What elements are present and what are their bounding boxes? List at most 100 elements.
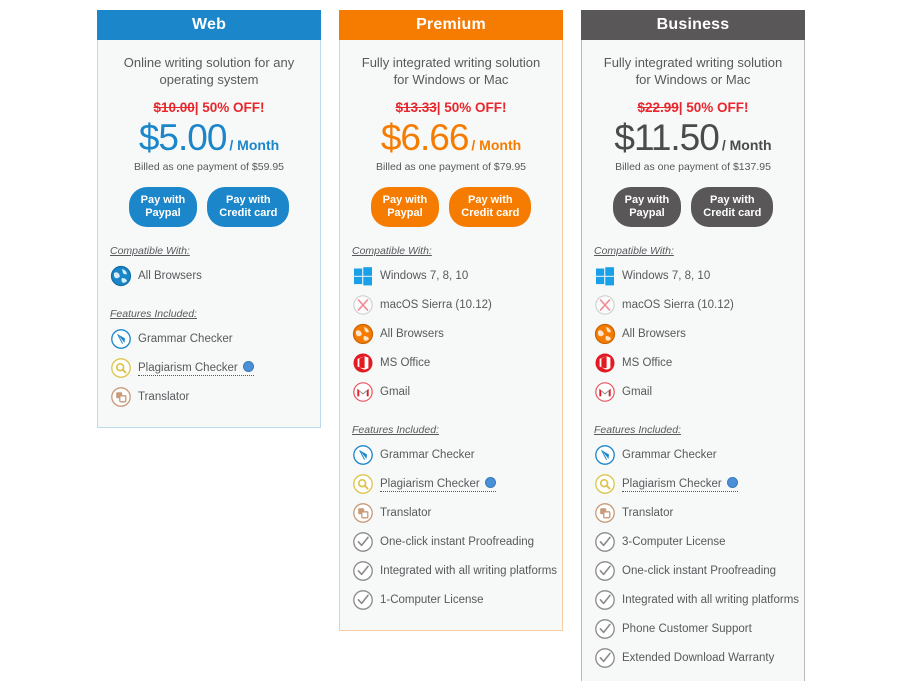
feature-item-label: Translator xyxy=(380,507,431,519)
pay-with-paypal-button[interactable]: Pay with Paypal xyxy=(129,187,198,227)
feature-item: Integrated with all writing platforms xyxy=(352,556,552,585)
pricing-card-web: Web Online writing solution for any opera… xyxy=(97,10,321,428)
pay-with-credit-card-button[interactable]: Pay with Credit card xyxy=(449,187,531,227)
compatible-list: Windows 7, 8, 10macOS Sierra (10.12)All … xyxy=(350,261,552,406)
original-price: $22.99 xyxy=(637,100,678,115)
feature-item-label: One-click instant Proofreading xyxy=(380,536,534,548)
pricing-card-business: Business Fully integrated writing solutio… xyxy=(581,10,805,681)
compatible-item: macOS Sierra (10.12) xyxy=(352,290,552,319)
compatible-item: All Browsers xyxy=(110,261,310,290)
feature-item-label: Extended Download Warranty xyxy=(622,652,774,664)
billing-note: Billed as one payment of $59.95 xyxy=(108,161,310,173)
discount-row: $22.99| 50% OFF! xyxy=(592,100,794,115)
check-icon xyxy=(352,589,374,611)
plan-title-web: Web xyxy=(97,10,321,40)
pay-with-paypal-button[interactable]: Pay with Paypal xyxy=(613,187,682,227)
feature-item: Translator xyxy=(594,498,794,527)
feature-item-label: Translator xyxy=(622,507,673,519)
info-icon[interactable] xyxy=(727,477,738,488)
feature-item: Grammar Checker xyxy=(110,324,310,353)
macos-icon xyxy=(352,294,374,316)
compatible-item-label: MS Office xyxy=(622,357,672,369)
compatible-item: macOS Sierra (10.12) xyxy=(594,290,794,319)
feature-item: Grammar Checker xyxy=(594,440,794,469)
plagiarism-checker-icon xyxy=(352,473,374,495)
feature-item: One-click instant Proofreading xyxy=(352,527,552,556)
feature-item-label: Plagiarism Checker xyxy=(622,476,738,492)
compatible-with-label: Compatible With: xyxy=(594,245,794,257)
gmail-icon xyxy=(352,381,374,403)
feature-item: Translator xyxy=(110,382,310,411)
payment-buttons: Pay with PaypalPay with Credit card xyxy=(108,187,310,227)
grammar-checker-icon xyxy=(352,444,374,466)
check-icon xyxy=(594,531,616,553)
translator-icon xyxy=(352,502,374,524)
feature-item-label: Integrated with all writing platforms xyxy=(380,565,557,577)
compatible-item-label: Windows 7, 8, 10 xyxy=(622,270,710,282)
feature-item-label: 1-Computer License xyxy=(380,594,484,606)
price-amount: $11.50 xyxy=(614,117,718,158)
plagiarism-checker-icon xyxy=(110,357,132,379)
all-browsers-icon-orange xyxy=(352,323,374,345)
feature-item-label: Grammar Checker xyxy=(622,449,717,461)
plan-title-premium: Premium xyxy=(339,10,563,40)
plan-tagline: Fully integrated writing solution for Wi… xyxy=(350,52,552,88)
compatible-with-label: Compatible With: xyxy=(352,245,552,257)
feature-item-label: Grammar Checker xyxy=(380,449,475,461)
macos-icon xyxy=(594,294,616,316)
all-browsers-icon xyxy=(110,265,132,287)
price-separator: | xyxy=(679,100,683,115)
feature-item: One-click instant Proofreading xyxy=(594,556,794,585)
check-icon xyxy=(352,560,374,582)
feature-item-label: Plagiarism Checker xyxy=(138,360,254,376)
plan-title-business: Business xyxy=(581,10,805,40)
plan-tagline: Fully integrated writing solution for Wi… xyxy=(592,52,794,88)
feature-item: Plagiarism Checker xyxy=(352,469,552,498)
check-icon xyxy=(594,589,616,611)
price-period: / Month xyxy=(229,137,279,153)
feature-item: 3-Computer License xyxy=(594,527,794,556)
price-row: $5.00/ Month xyxy=(108,117,310,159)
info-icon[interactable] xyxy=(485,477,496,488)
compatible-item: All Browsers xyxy=(594,319,794,348)
windows-icon xyxy=(594,265,616,287)
payment-buttons: Pay with PaypalPay with Credit card xyxy=(592,187,794,227)
all-browsers-icon-orange xyxy=(594,323,616,345)
pay-with-paypal-button[interactable]: Pay with Paypal xyxy=(371,187,440,227)
price-amount: $5.00 xyxy=(139,117,227,158)
discount-label: 50% OFF! xyxy=(444,100,506,115)
ms-office-icon xyxy=(352,352,374,374)
original-price: $13.33 xyxy=(395,100,436,115)
pay-with-credit-card-button[interactable]: Pay with Credit card xyxy=(207,187,289,227)
compatible-item: Gmail xyxy=(352,377,552,406)
feature-item: Integrated with all writing platforms xyxy=(594,585,794,614)
discount-label: 50% OFF! xyxy=(686,100,748,115)
feature-item: Plagiarism Checker xyxy=(594,469,794,498)
features-list: Grammar Checker Plagiarism Checker Transla… xyxy=(108,324,310,411)
compatible-item-label: Gmail xyxy=(380,386,410,398)
feature-item-label: Phone Customer Support xyxy=(622,623,752,635)
compatible-item: Windows 7, 8, 10 xyxy=(594,261,794,290)
info-icon[interactable] xyxy=(243,361,254,372)
feature-item-label: Grammar Checker xyxy=(138,333,233,345)
compatible-item-label: All Browsers xyxy=(622,328,686,340)
pay-with-credit-card-button[interactable]: Pay with Credit card xyxy=(691,187,773,227)
discount-row: $10.00| 50% OFF! xyxy=(108,100,310,115)
original-price: $10.00 xyxy=(153,100,194,115)
plan-tagline: Online writing solution for any operatin… xyxy=(108,52,310,88)
check-icon xyxy=(594,560,616,582)
billing-note: Billed as one payment of $79.95 xyxy=(350,161,552,173)
feature-item-label: 3-Computer License xyxy=(622,536,726,548)
translator-icon xyxy=(594,502,616,524)
feature-item: Extended Download Warranty xyxy=(594,643,794,672)
feature-item-label: Plagiarism Checker xyxy=(380,476,496,492)
discount-label: 50% OFF! xyxy=(202,100,264,115)
feature-item-label: Translator xyxy=(138,391,189,403)
pricing-card-premium: Premium Fully integrated writing solution… xyxy=(339,10,563,631)
compatible-item-label: macOS Sierra (10.12) xyxy=(622,299,734,311)
compatible-item: MS Office xyxy=(352,348,552,377)
translator-icon xyxy=(110,386,132,408)
grammar-checker-icon xyxy=(110,328,132,350)
check-icon xyxy=(594,647,616,669)
plan-body-premium: Fully integrated writing solution for Wi… xyxy=(339,40,563,631)
